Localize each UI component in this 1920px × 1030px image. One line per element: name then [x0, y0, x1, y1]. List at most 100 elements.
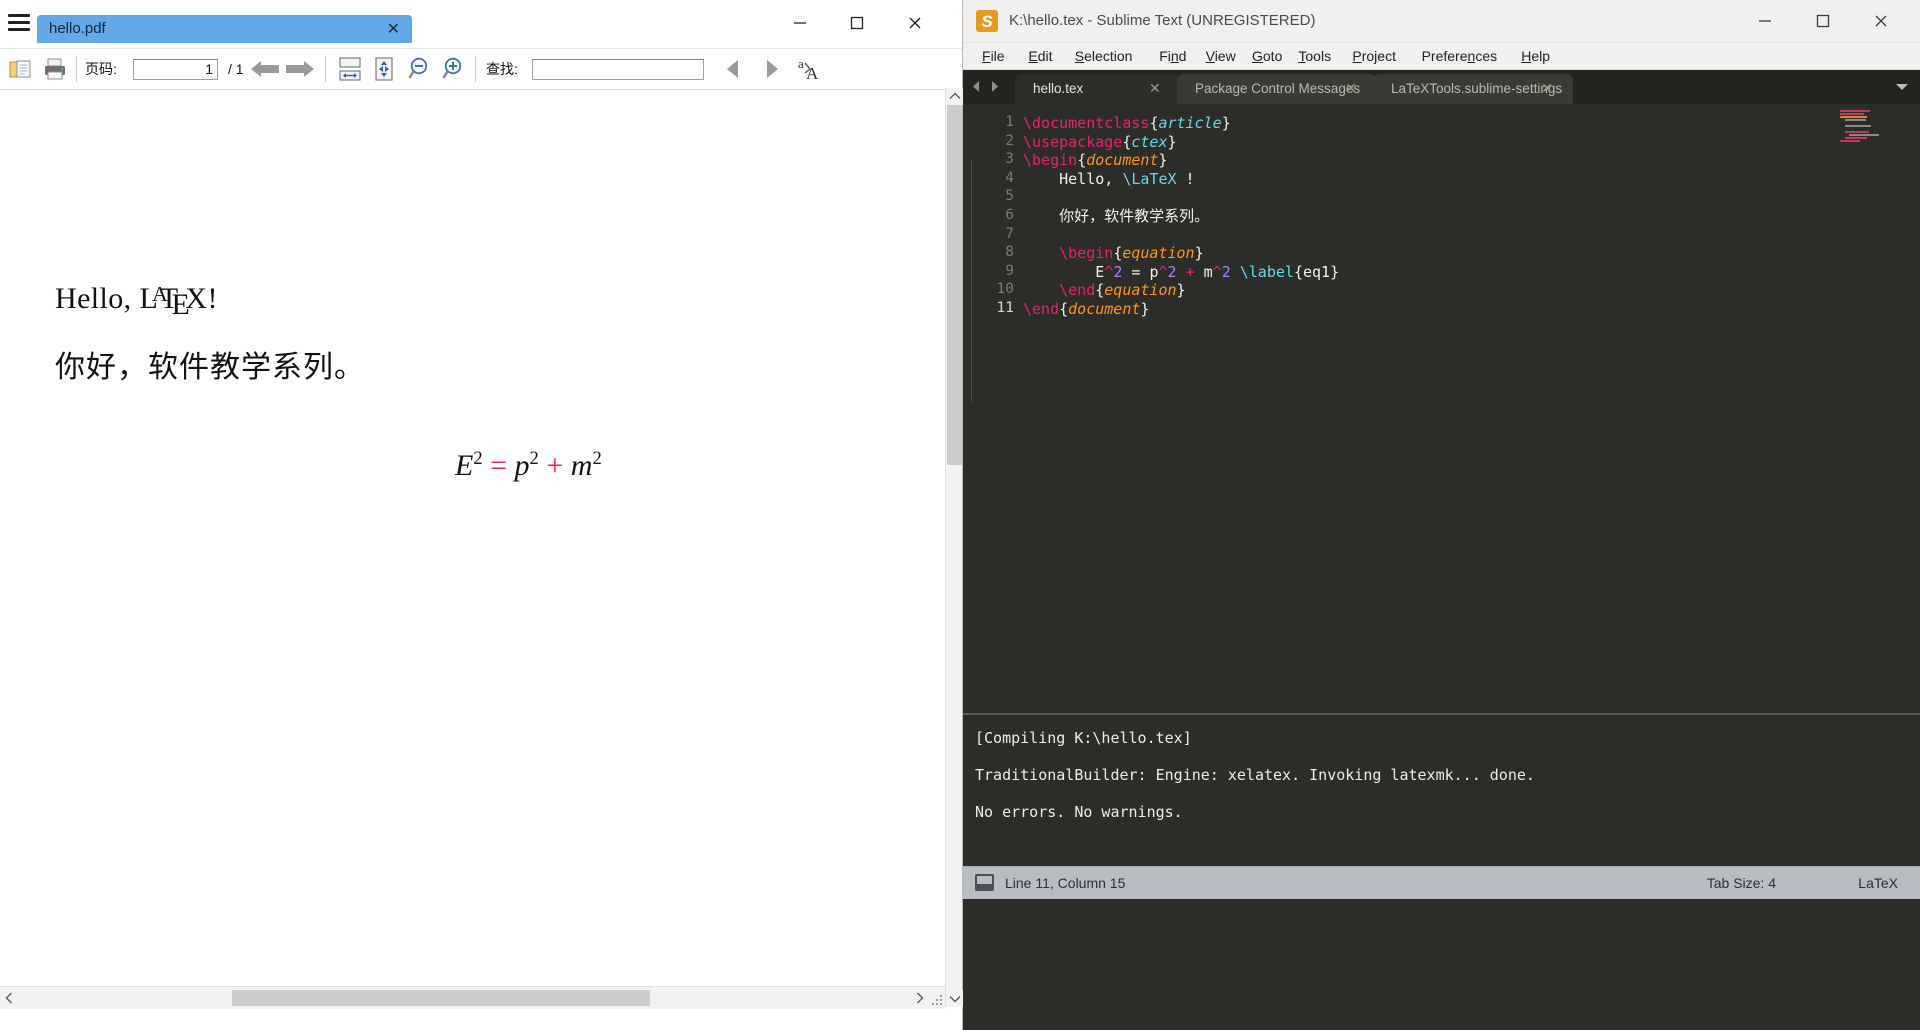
hamburger-menu-icon[interactable]	[8, 14, 30, 32]
code-editor[interactable]: 1 2 3 4 5 6 7 8 9 10 11 \documentclass{article} \us…	[963, 104, 1920, 713]
language-aa-icon[interactable]: a A	[796, 49, 824, 89]
code-token: \begin	[1023, 151, 1078, 170]
latex-logo: LATEX!	[139, 282, 242, 321]
tab-nav-left-icon[interactable]	[969, 77, 983, 95]
scroll-right-icon[interactable]	[910, 987, 928, 1009]
zoom-out-icon[interactable]	[406, 49, 434, 89]
code-token: document	[1086, 151, 1159, 170]
maximize-button[interactable]	[1796, 0, 1850, 42]
close-button[interactable]	[888, 0, 942, 46]
arrow-left-icon[interactable]	[248, 49, 282, 89]
close-icon[interactable]: ✕	[1345, 80, 1357, 97]
pdf-horizontal-scrollbar[interactable]	[0, 986, 946, 1009]
code-line[interactable]: \begin{equation}	[1023, 244, 1204, 263]
sidebar-toggle-icon[interactable]	[975, 874, 994, 891]
page-number-field[interactable]	[133, 58, 218, 80]
maximize-button[interactable]	[830, 0, 884, 46]
code-token: }	[1140, 300, 1150, 318]
code-line[interactable]: \usepackage{ctex}	[1023, 133, 1177, 152]
find-input[interactable]	[532, 49, 704, 89]
eq-equals: =	[482, 449, 515, 482]
output-line: No errors. No warnings.	[975, 803, 1183, 821]
sublime-text-window: S K:\hello.tex - Sublime Text (UNREGISTE…	[963, 0, 1920, 1030]
minimize-button[interactable]	[773, 0, 827, 46]
build-output-panel[interactable]: [Compiling K:\hello.tex] TraditionalBuild…	[963, 713, 1920, 866]
pdf-page: Hello, LATEX! 你好，软件教学系列。 E2 = p2 + m2	[0, 90, 946, 1009]
menu-item-view[interactable]: View	[1199, 43, 1243, 69]
eq-term1-sup: 2	[529, 448, 539, 469]
close-button[interactable]	[1854, 0, 1908, 42]
menu-item-project[interactable]: Project	[1345, 43, 1403, 69]
editor-tab-label: Package Control Messages	[1195, 81, 1361, 96]
code-line[interactable]: E^2 = p^2 + m^2 \label{eq1}	[1023, 263, 1339, 282]
page-number-input[interactable]	[133, 49, 218, 89]
fit-width-icon[interactable]	[336, 49, 364, 89]
scroll-down-icon[interactable]	[946, 990, 963, 1007]
line-number: 2	[1005, 132, 1014, 149]
editor-tab-label: LaTeXTools.sublime-settings	[1391, 81, 1563, 96]
menu-item-preferences[interactable]: Preferences	[1415, 43, 1505, 69]
close-icon[interactable]: ✕	[1541, 80, 1553, 97]
menu-item-selection[interactable]: Selection	[1068, 43, 1140, 69]
scroll-thumb-vertical[interactable]	[947, 105, 962, 465]
code-token: 2	[1221, 262, 1231, 281]
triangle-right-icon[interactable]	[761, 49, 783, 89]
pdf-canvas-area[interactable]: Hello, LATEX! 你好，软件教学系列。 E2 = p2 + m2	[0, 90, 962, 1009]
scroll-up-icon[interactable]	[946, 88, 963, 105]
menu-item-tools[interactable]: Tools	[1291, 43, 1338, 69]
close-icon[interactable]: ✕	[1149, 80, 1161, 97]
close-icon[interactable]: ✕	[387, 19, 400, 39]
menu-item-goto[interactable]: Goto	[1245, 43, 1289, 69]
sublime-app-icon-glyph: S	[981, 11, 993, 31]
resize-grip-icon[interactable]	[930, 993, 944, 1007]
code-token: =	[1122, 262, 1150, 281]
menu-item-edit[interactable]: Edit	[1021, 43, 1059, 69]
code-line[interactable]: 你好，软件教学系列。	[1023, 207, 1209, 226]
zoom-in-icon[interactable]	[440, 49, 468, 89]
editor-tab[interactable]: Package Control Messages ✕	[1177, 74, 1377, 104]
scroll-thumb-horizontal[interactable]	[232, 990, 650, 1006]
code-token: E	[1023, 262, 1105, 281]
pdf-document-tab[interactable]: hello.pdf ✕	[37, 15, 412, 43]
pdf-heading-text: Hello,	[55, 282, 140, 315]
find-field[interactable]	[532, 58, 704, 80]
menu-item-help[interactable]: Help	[1514, 43, 1557, 69]
code-token: 2	[1113, 262, 1123, 281]
status-syntax-mode[interactable]: LaTeX	[1858, 875, 1898, 891]
code-line[interactable]: \begin{document}	[1023, 151, 1168, 170]
code-line[interactable]: Hello, \LaTeX !	[1023, 170, 1194, 189]
editor-tab-label: hello.tex	[1033, 81, 1084, 96]
code-token: }	[1221, 114, 1231, 132]
code-line[interactable]: \end{document}	[1023, 300, 1149, 319]
pdf-vertical-scrollbar[interactable]	[945, 88, 963, 1007]
minimap[interactable]	[1840, 110, 1914, 174]
pdf-equation: E2 = p2 + m2	[455, 448, 602, 483]
minimize-button[interactable]	[1738, 0, 1792, 42]
editor-tab[interactable]: LaTeXTools.sublime-settings ✕	[1373, 74, 1573, 104]
code-token: {	[1293, 262, 1303, 281]
editor-tab[interactable]: hello.tex ✕	[1015, 74, 1181, 104]
menu-item-file[interactable]: File	[975, 43, 1012, 69]
fit-page-icon[interactable]	[370, 49, 398, 89]
code-token: {	[1059, 300, 1069, 318]
code-token: \end	[1023, 300, 1060, 318]
code-line[interactable]: \end{equation}	[1023, 281, 1185, 300]
code-line[interactable]: \documentclass{article}	[1023, 114, 1231, 133]
code-token: eq1	[1302, 262, 1331, 281]
tab-overflow-chevron-down-icon[interactable]	[1894, 80, 1910, 98]
eq-plus: +	[538, 449, 571, 482]
menu-item-find[interactable]: Find	[1152, 43, 1193, 69]
status-tab-size[interactable]: Tab Size: 4	[1707, 875, 1776, 891]
triangle-left-icon[interactable]	[722, 49, 744, 89]
printer-icon[interactable]	[42, 49, 68, 89]
open-folder-icon[interactable]	[8, 49, 34, 89]
code-token: }	[1194, 244, 1204, 263]
code-text[interactable]: \documentclass{article} \usepackage{ctex}…	[1023, 104, 1920, 713]
tab-nav-right-icon[interactable]	[987, 77, 1001, 95]
menu-bar: File Edit Selection Find View Goto Tools Projec…	[963, 43, 1920, 70]
arrow-right-icon[interactable]	[283, 49, 317, 89]
toolbar-separator	[76, 56, 77, 82]
scroll-left-icon[interactable]	[0, 987, 18, 1009]
